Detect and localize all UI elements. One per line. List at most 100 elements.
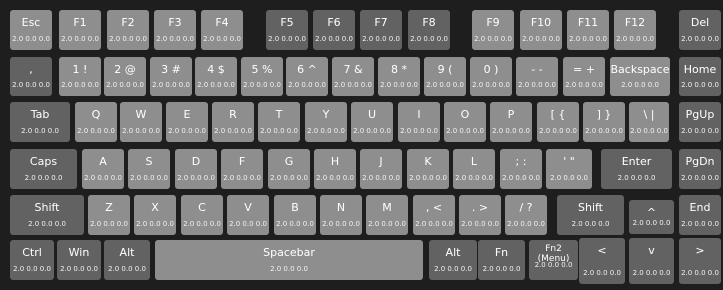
key-f12[interactable]: F12 2.0 0.0 0.0 bbox=[614, 10, 656, 50]
key-u[interactable]: U 2.0 0.0 0.0 bbox=[351, 102, 393, 142]
key-stats: 2.0 0.0 0.0 bbox=[307, 127, 345, 135]
key-fn2[interactable]: Fn2 (Menu) 2.0 0.0 0.0 bbox=[529, 240, 578, 280]
key-pgdn[interactable]: PgDn 2.0 0.0 0.0 bbox=[679, 149, 721, 189]
key-5[interactable]: 5 % 2.0 0.0 0.0 bbox=[241, 57, 283, 96]
key-f5[interactable]: F5 2.0 0.0 0.0 bbox=[266, 10, 308, 50]
key-label: Ctrl bbox=[22, 246, 42, 259]
key-f[interactable]: F 2.0 0.0 0.0 bbox=[221, 149, 263, 189]
key-label: Alt bbox=[445, 246, 461, 259]
key-rshift[interactable]: Shift 2.0 0.0 0.0 bbox=[557, 195, 624, 235]
key-f1[interactable]: F1 2.0 0.0 0.0 bbox=[59, 10, 101, 50]
key-0[interactable]: 0 ) 2.0 0.0 0.0 bbox=[470, 57, 512, 96]
key-pgup[interactable]: PgUp 2.0 0.0 0.0 bbox=[679, 102, 721, 142]
key-v[interactable]: V 2.0 0.0 0.0 bbox=[227, 195, 269, 235]
key-f7[interactable]: F7 2.0 0.0 0.0 bbox=[360, 10, 402, 50]
key-tab[interactable]: Tab 2.0 0.0 0.0 bbox=[10, 102, 70, 142]
key-9[interactable]: 9 (2.0 0.0 0.0 bbox=[424, 57, 466, 96]
key-up[interactable]: ^ 2.0 0.0 0.0 bbox=[629, 200, 674, 234]
key-end[interactable]: End 2.0 0.0 0.0 bbox=[679, 195, 721, 235]
key-lshift[interactable]: Shift 2.0 0.0 0.0 bbox=[10, 195, 84, 235]
key-ralt[interactable]: Alt 2.0 0.0 0.0 bbox=[429, 240, 477, 280]
key-caps[interactable]: Caps 2.0 0.0 0.0 bbox=[10, 149, 77, 189]
key-j[interactable]: J 2.0 0.0 0.0 bbox=[360, 149, 402, 189]
key-f8[interactable]: F8 2.0 0.0 0.0 bbox=[408, 10, 450, 50]
key-label: X bbox=[151, 201, 159, 214]
key-fn[interactable]: Fn 2.0 0.0 0.0 bbox=[478, 240, 525, 280]
key-stats: 2.0 0.0 0.0 bbox=[152, 81, 190, 89]
key-label: 9 ( bbox=[437, 63, 453, 76]
key-g[interactable]: G 2.0 0.0 0.0 bbox=[268, 149, 310, 189]
key-2[interactable]: 2 @ 2.0 0.0 0.0 bbox=[104, 57, 146, 96]
key-f6[interactable]: F6 2.0 0.0 0.0 bbox=[313, 10, 355, 50]
key-6[interactable]: 6 ^ 2.0 0.0 0.0 bbox=[286, 57, 328, 96]
key-backslash[interactable]: \ | 2.0 0.0 0.0 bbox=[629, 102, 669, 142]
key-z[interactable]: Z 2.0 0.0 0.0 bbox=[88, 195, 130, 235]
key-esc[interactable]: Esc 2.0 0.0 0.0 bbox=[10, 10, 52, 50]
key-del[interactable]: Del 2.0 0.0 0.0 bbox=[679, 10, 721, 50]
key-rbracket[interactable]: ] } 2.0 0.0 0.0 bbox=[583, 102, 625, 142]
key-w[interactable]: W 2.0 0.0 0.0 bbox=[120, 102, 162, 142]
key-down[interactable]: v 2.0 0.0 0.0 bbox=[629, 238, 674, 284]
key-q[interactable]: Q 2.0 0.0 0.0 bbox=[75, 102, 117, 142]
key-n[interactable]: N 2.0 0.0 0.0 bbox=[320, 195, 362, 235]
key-lbracket[interactable]: [ {2.0 0.0 0.0 bbox=[537, 102, 579, 142]
key-1[interactable]: 1 ! 2.0 0.0 0.0 bbox=[59, 57, 101, 96]
key-label: U bbox=[367, 108, 377, 121]
key-r[interactable]: R 2.0 0.0 0.0 bbox=[212, 102, 254, 142]
key-f10[interactable]: F10 2.0 0.0 0.0 bbox=[520, 10, 562, 50]
key-win[interactable]: Win 2.0 0.0 0.0 bbox=[57, 240, 101, 280]
key-8[interactable]: 8 * 2.0 0.0 0.0 bbox=[378, 57, 420, 96]
key-backtick[interactable]: , 2.0 0.0 0.0 bbox=[10, 57, 52, 96]
key-4[interactable]: 4 $ 2.0 0.0 0.0 bbox=[195, 57, 237, 96]
key-p[interactable]: P 2.0 0.0 0.0 bbox=[490, 102, 532, 142]
key-c[interactable]: C 2.0 0.0 0.0 bbox=[181, 195, 223, 235]
key-equals[interactable]: = + 2.0 0.0 0.0 bbox=[563, 57, 605, 96]
key-a[interactable]: A 2.0 0.0 0.0 bbox=[82, 149, 124, 189]
key-home[interactable]: Home 2.0 0.0 0.0 bbox=[679, 57, 721, 96]
key-backspace[interactable]: Backspace 2.0 0.0 0.0 bbox=[610, 57, 670, 96]
key-x[interactable]: X 2.0 0.0 0.0 bbox=[134, 195, 176, 235]
key-right[interactable]: >2.0 0.0 0.0 bbox=[679, 238, 721, 284]
key-b[interactable]: B 2.0 0.0 0.0 bbox=[274, 195, 316, 235]
key-label: G bbox=[284, 155, 294, 168]
key-slash[interactable]: / ? 2.0 0.0 0.0 bbox=[505, 195, 547, 235]
key-7[interactable]: 7 & 2.0 0.0 0.0 bbox=[332, 57, 374, 96]
key-3[interactable]: 3 # 2.0 0.0 0.0 bbox=[150, 57, 192, 96]
key-i[interactable]: I 2.0 0.0 0.0 bbox=[398, 102, 440, 142]
key-stats: 2.0 0.0 0.0 bbox=[109, 35, 147, 43]
key-l[interactable]: L 2.0 0.0 0.0 bbox=[453, 149, 495, 189]
key-f4[interactable]: F4 2.0 0.0 0.0 bbox=[201, 10, 243, 50]
key-e[interactable]: E 2.0 0.0 0.0 bbox=[166, 102, 208, 142]
key-minus[interactable]: - - 2.0 0.0 0.0 bbox=[516, 57, 558, 96]
key-stats: 2.0 0.0 0.0 bbox=[106, 81, 144, 89]
key-label: , < bbox=[425, 201, 443, 214]
key-stats: 2.0 0.0 0.0 bbox=[472, 81, 510, 89]
key-label: Enter bbox=[621, 155, 652, 168]
key-s[interactable]: S 2.0 0.0 0.0 bbox=[128, 149, 170, 189]
key-semicolon[interactable]: ; : 2.0 0.0 0.0 bbox=[500, 149, 542, 189]
key-period[interactable]: . > 2.0 0.0 0.0 bbox=[459, 195, 501, 235]
key-m[interactable]: M 2.0 0.0 0.0 bbox=[366, 195, 408, 235]
key-y[interactable]: Y 2.0 0.0 0.0 bbox=[305, 102, 347, 142]
key-h[interactable]: H 2.0 0.0 0.0 bbox=[314, 149, 356, 189]
key-comma[interactable]: , < 2.0 0.0 0.0 bbox=[413, 195, 455, 235]
key-spacebar[interactable]: Spacebar 2.0 0.0 0.0 bbox=[155, 240, 423, 280]
key-d[interactable]: D 2.0 0.0 0.0 bbox=[175, 149, 217, 189]
key-f11[interactable]: F11 2.0 0.0 0.0 bbox=[567, 10, 609, 50]
key-label: 3 # bbox=[161, 63, 181, 76]
key-enter[interactable]: Enter 2.0 0.0 0.0 bbox=[601, 149, 672, 189]
key-f2[interactable]: F2 2.0 0.0 0.0 bbox=[107, 10, 149, 50]
key-t[interactable]: T 2.0 0.0 0.0 bbox=[258, 102, 300, 142]
key-stats: 2.0 0.0 0.0 bbox=[353, 127, 391, 135]
key-k[interactable]: K 2.0 0.0 0.0 bbox=[407, 149, 449, 189]
key-label: R bbox=[229, 108, 237, 121]
key-f3[interactable]: F3 2.0 0.0 0.0 bbox=[154, 10, 196, 50]
key-quote[interactable]: ' " 2.0 0.0 0.0 bbox=[546, 149, 592, 189]
key-label: > bbox=[695, 244, 705, 257]
key-left[interactable]: <2.0 0.0 0.0 bbox=[579, 238, 625, 284]
key-lctrl[interactable]: Ctrl 2.0 0.0 0.0 bbox=[10, 240, 54, 280]
key-label: - - bbox=[531, 63, 543, 76]
key-lalt[interactable]: Alt 2.0 0.0 0.0 bbox=[104, 240, 150, 280]
key-o[interactable]: O 2.0 0.0 0.0 bbox=[444, 102, 486, 142]
key-f9[interactable]: F9 2.0 0.0 0.0 bbox=[472, 10, 514, 50]
